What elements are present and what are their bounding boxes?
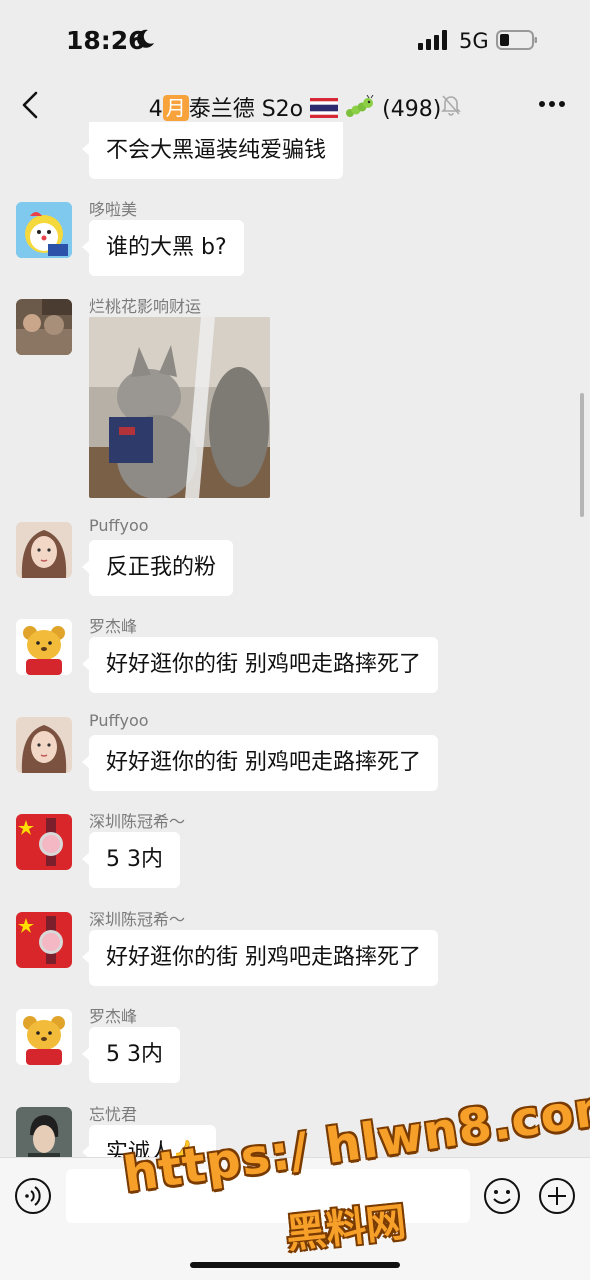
month-badge: 月: [162, 95, 189, 121]
thai-flag-icon: [310, 98, 339, 118]
more-dots-icon[interactable]: [538, 100, 566, 108]
emoji-icon[interactable]: [483, 1177, 521, 1215]
battery-icon: [496, 30, 537, 50]
watch-flag-avatar[interactable]: [16, 912, 72, 968]
sender-name: 深圳陈冠希～: [89, 812, 186, 831]
sender-name: 深圳陈冠希～: [89, 910, 186, 929]
pooh-avatar[interactable]: [16, 1009, 72, 1065]
home-indicator: [190, 1262, 400, 1268]
mute-bell-icon: [441, 95, 461, 116]
scrollbar[interactable]: [580, 393, 584, 517]
man-avatar[interactable]: [16, 1107, 72, 1163]
plus-icon[interactable]: [538, 1177, 576, 1215]
sender-name: 忘忧君: [89, 1105, 138, 1124]
girl-avatar[interactable]: [16, 717, 72, 773]
voice-icon[interactable]: [14, 1177, 52, 1215]
status-bar: 18:26 5G: [0, 0, 590, 78]
message-bubble[interactable]: 反正我的粉: [81, 540, 234, 596]
girl-avatar[interactable]: [16, 522, 72, 578]
pooh-avatar[interactable]: [16, 619, 72, 675]
message-bubble[interactable]: 5 3内: [82, 832, 180, 888]
photo-avatar[interactable]: [16, 299, 72, 355]
member-count: (498): [382, 97, 442, 122]
message-bubble[interactable]: 好好逛你的街 别鸡吧走路摔死了: [82, 735, 438, 791]
dorami-avatar[interactable]: [16, 202, 72, 258]
network-type: 5G: [459, 29, 489, 53]
title-prefix: 4: [148, 97, 163, 122]
cat-sticker-image[interactable]: [89, 317, 270, 498]
moon-icon: [137, 29, 154, 48]
sender-name: 哆啦美: [89, 200, 138, 219]
title-main: 泰兰德 S2o: [188, 97, 304, 122]
sender-name: 罗杰峰: [89, 617, 138, 636]
message-bubble[interactable]: 好好逛你的街 别鸡吧走路摔死了: [82, 930, 438, 986]
message-bubble[interactable]: 5 3内: [82, 1027, 180, 1083]
caterpillar-icon: [346, 94, 374, 117]
sender-name: Puffyoo: [89, 516, 149, 535]
signal-icon: [418, 30, 447, 50]
chat-title[interactable]: 4 月泰兰德 S2o (498): [0, 91, 590, 123]
watch-flag-avatar[interactable]: [16, 814, 72, 870]
sender-name: 罗杰峰: [89, 1007, 138, 1026]
message-bubble[interactable]: 不会大黑逼装纯爱骗钱: [81, 122, 344, 179]
sender-name: Puffyoo: [89, 711, 149, 730]
message-bubble[interactable]: 好好逛你的街 别鸡吧走路摔死了: [82, 637, 438, 693]
message-bubble[interactable]: 谁的大黑 b?: [82, 220, 244, 276]
sender-name: 烂桃花影响财运: [89, 297, 202, 316]
